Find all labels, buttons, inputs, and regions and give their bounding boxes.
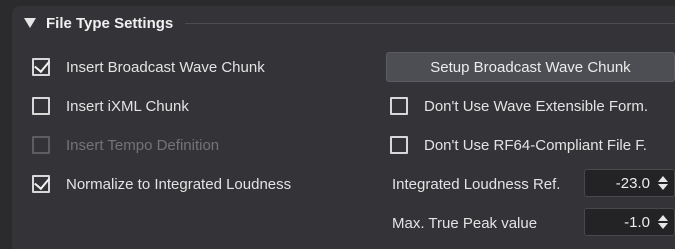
checkmark-icon [33,173,50,191]
max-true-peak-label: Max. True Peak value [392,215,538,232]
section-header[interactable]: File Type Settings [24,6,675,40]
checkbox[interactable] [390,136,408,154]
integrated-loudness-value[interactable]: -23.0 [616,175,650,192]
option-label: Insert Broadcast Wave Chunk [66,58,265,76]
option-label: Insert Tempo Definition [66,136,220,154]
triangle-down-icon[interactable] [24,18,36,28]
header-divider [185,22,675,24]
file-type-settings-panel: File Type Settings Insert Broadcast Wave… [12,6,675,249]
option-dont-use-wave-extensible[interactable]: Don't Use Wave Extensible Form. [390,93,648,119]
option-insert-ixml-chunk[interactable]: Insert iXML Chunk [32,93,189,119]
max-true-peak-stepper[interactable]: -1.0 [584,208,675,236]
integrated-loudness-label: Integrated Loudness Ref. [392,176,561,193]
option-insert-tempo-definition: Insert Tempo Definition [32,132,219,158]
option-dont-use-rf64-compliant[interactable]: Don't Use RF64-Compliant File F. [390,132,647,158]
setup-broadcast-wave-chunk-button[interactable]: Setup Broadcast Wave Chunk [386,52,675,82]
arrow-up-icon[interactable] [658,176,668,182]
option-label: Insert iXML Chunk [66,97,189,115]
option-label: Normalize to Integrated Loudness [66,175,292,193]
stepper-arrows[interactable] [658,215,668,229]
option-insert-broadcast-wave-chunk[interactable]: Insert Broadcast Wave Chunk [32,54,265,80]
stepper-arrows[interactable] [658,176,668,190]
option-label: Don't Use RF64-Compliant File F. [424,136,647,154]
max-true-peak-value[interactable]: -1.0 [624,214,650,231]
checkmark-icon [33,56,50,74]
arrow-up-icon[interactable] [658,215,668,221]
arrow-down-icon[interactable] [658,223,668,229]
checkbox [32,136,50,154]
option-normalize-integrated-loudness[interactable]: Normalize to Integrated Loudness [32,171,291,197]
option-label: Don't Use Wave Extensible Form. [424,97,649,115]
checkbox[interactable] [32,173,50,193]
integrated-loudness-stepper[interactable]: -23.0 [584,169,675,197]
section-title: File Type Settings [46,14,174,32]
checkbox[interactable] [32,56,50,76]
checkbox[interactable] [390,97,408,115]
arrow-down-icon[interactable] [658,184,668,190]
checkbox[interactable] [32,97,50,115]
